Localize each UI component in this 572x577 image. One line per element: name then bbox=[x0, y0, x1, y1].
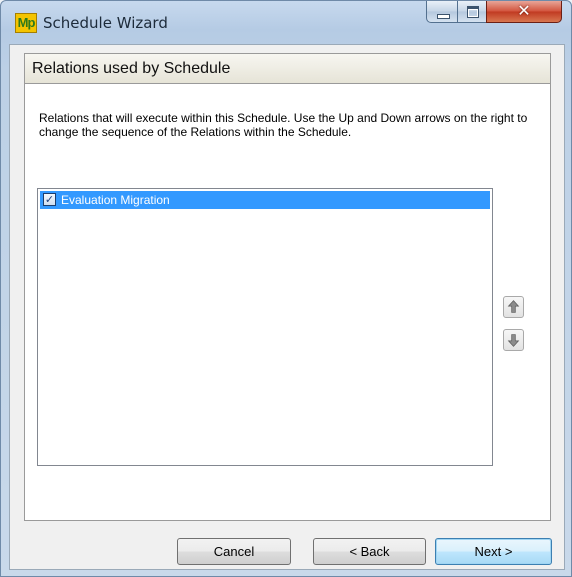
back-button[interactable]: < Back bbox=[313, 538, 426, 565]
step-description: Relations that will execute within this … bbox=[39, 111, 528, 139]
relation-label: Evaluation Migration bbox=[61, 193, 170, 207]
list-item[interactable]: ✓ Evaluation Migration bbox=[40, 191, 490, 209]
window-frame: Mp Schedule Wizard ✕ Relations used by S… bbox=[0, 0, 572, 577]
step-title: Relations used by Schedule bbox=[32, 60, 231, 77]
title-bar[interactable]: Mp Schedule Wizard ✕ bbox=[1, 1, 572, 47]
maximize-icon bbox=[467, 6, 479, 18]
step-panel: Relations that will execute within this … bbox=[24, 84, 551, 521]
maximize-button[interactable] bbox=[457, 1, 487, 23]
app-logo-icon: Mp bbox=[15, 13, 37, 33]
minimize-button[interactable] bbox=[426, 1, 458, 23]
close-button[interactable]: ✕ bbox=[486, 1, 562, 23]
move-down-button[interactable] bbox=[503, 329, 524, 351]
checkbox-checked-icon[interactable]: ✓ bbox=[43, 193, 56, 206]
step-header: Relations used by Schedule bbox=[24, 53, 551, 84]
minimize-icon bbox=[437, 14, 450, 19]
next-button[interactable]: Next > bbox=[435, 538, 552, 565]
close-icon: ✕ bbox=[517, 1, 531, 20]
window-title: Schedule Wizard bbox=[43, 14, 168, 32]
move-up-button[interactable] bbox=[503, 296, 524, 318]
cancel-button[interactable]: Cancel bbox=[177, 538, 291, 565]
relations-listbox[interactable]: ✓ Evaluation Migration bbox=[37, 188, 493, 466]
move-down-arrow-icon bbox=[507, 334, 520, 347]
window-controls: ✕ bbox=[426, 1, 562, 23]
move-up-arrow-icon bbox=[507, 300, 520, 313]
dialog-client-area: Relations used by Schedule Relations tha… bbox=[9, 44, 565, 570]
